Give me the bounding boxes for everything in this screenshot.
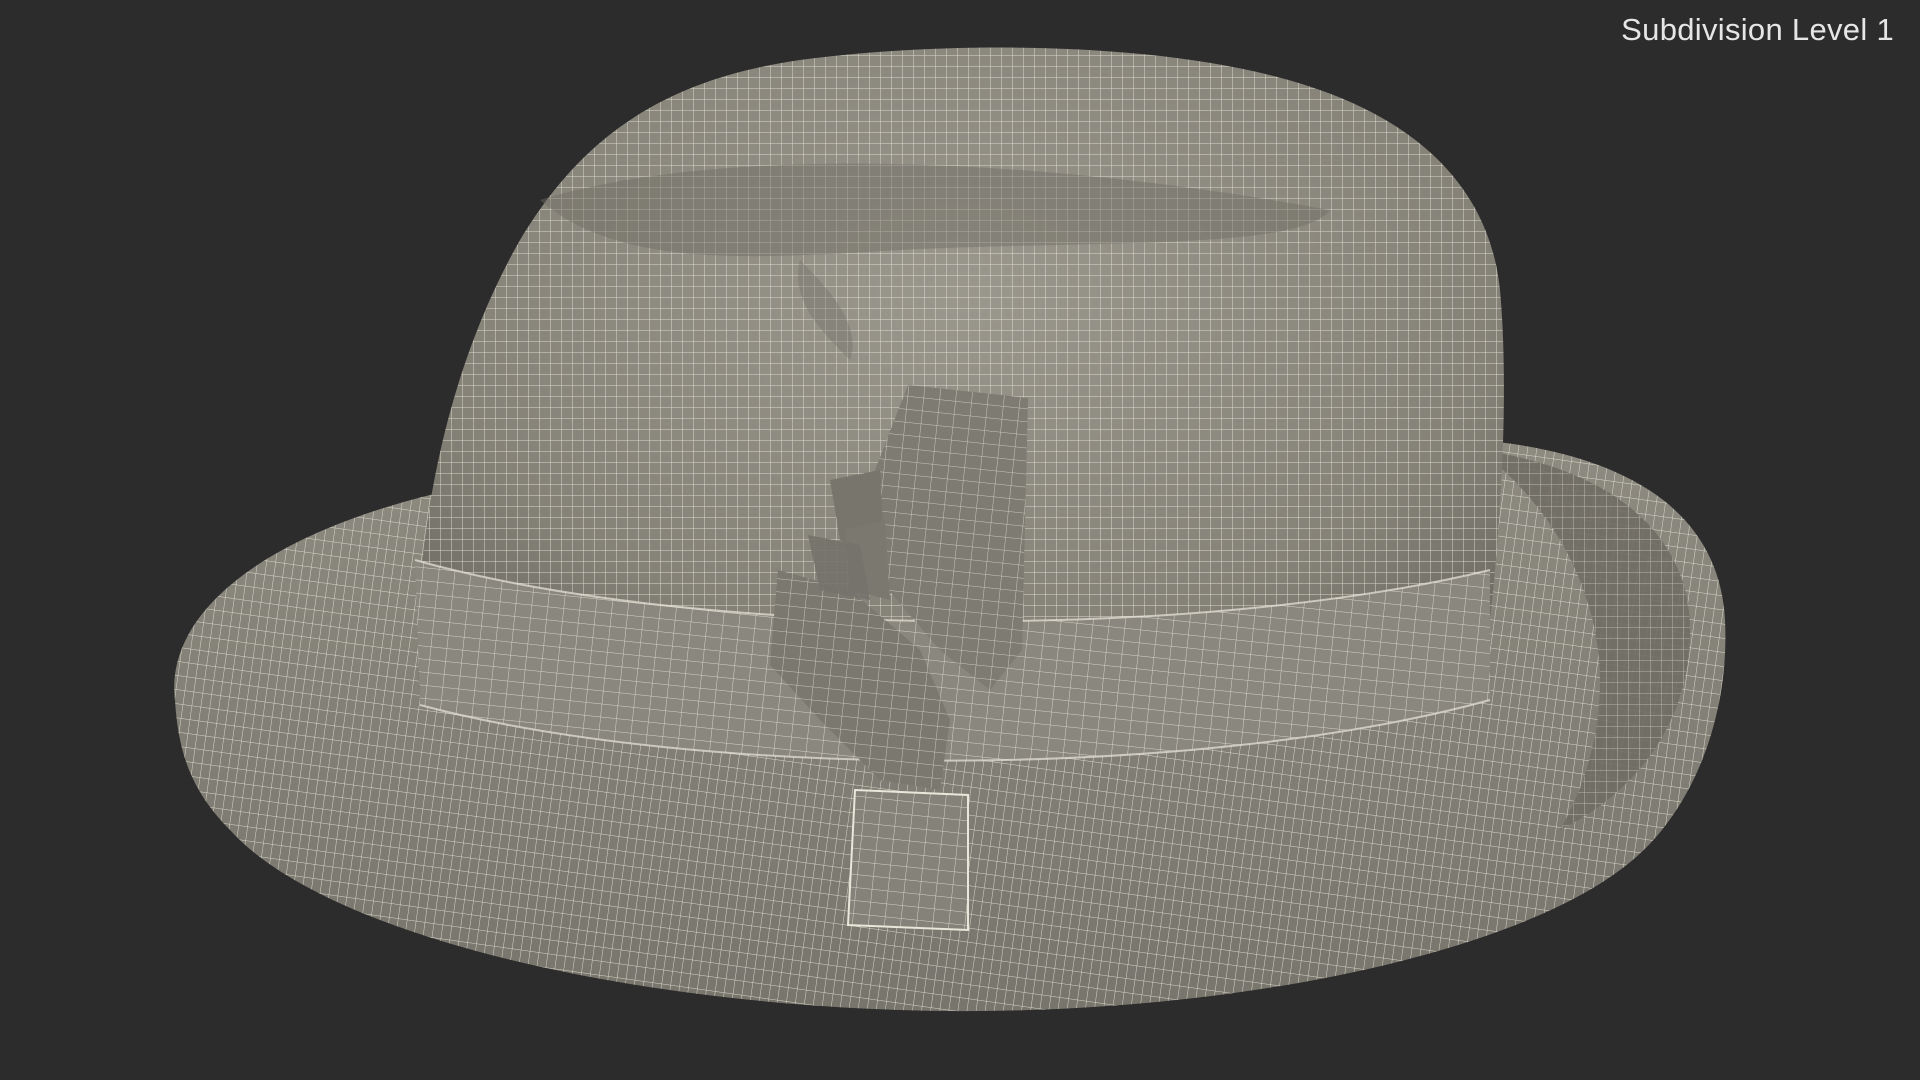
hat-wireframe-render [174, 47, 1726, 1012]
subdivision-level-label: Subdivision Level 1 [1621, 12, 1894, 47]
viewport[interactable]: Subdivision Level 1 [0, 0, 1920, 1080]
